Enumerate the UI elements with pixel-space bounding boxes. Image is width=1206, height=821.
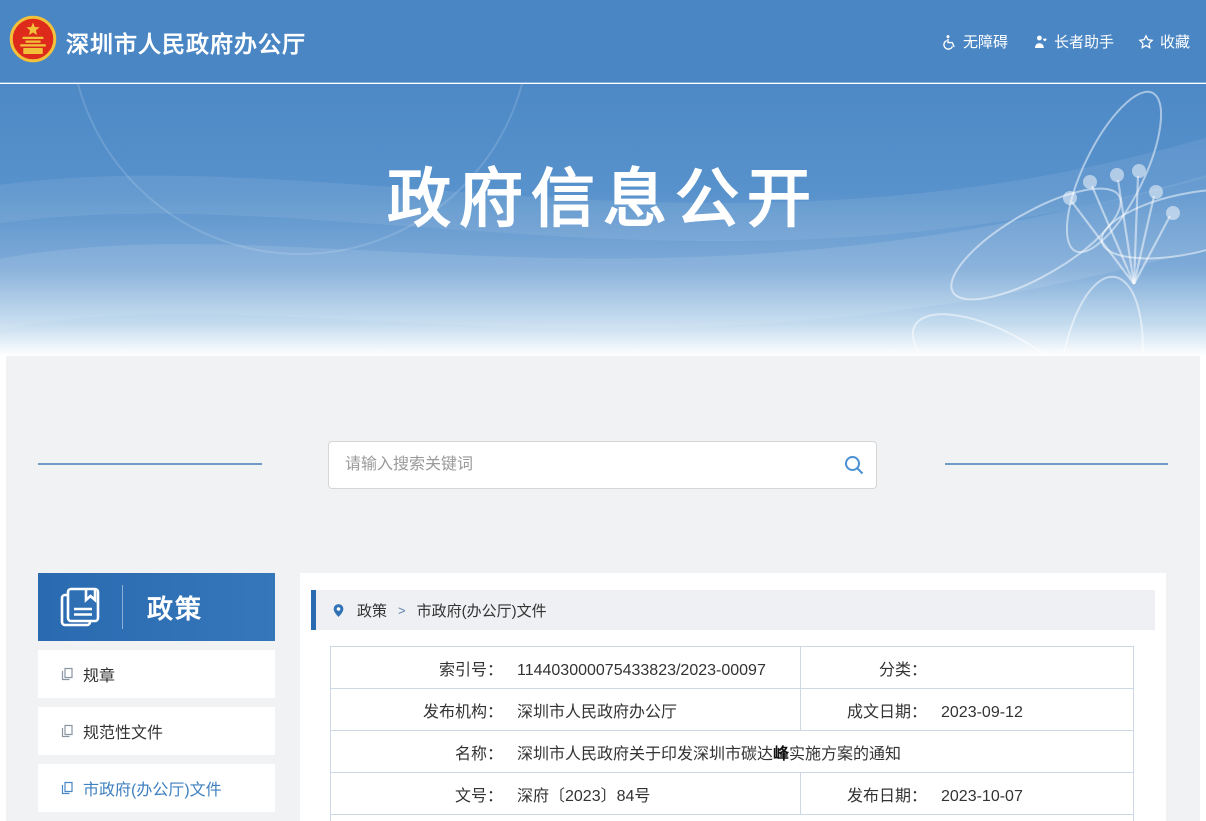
location-pin-icon xyxy=(331,603,346,618)
breadcrumb: 政策 > 市政府(办公厅)文件 xyxy=(311,590,1155,630)
wheelchair-icon xyxy=(941,34,957,50)
sidebar-item-normative-documents[interactable]: 规范性文件 xyxy=(38,707,275,755)
favorite-label: 收藏 xyxy=(1160,31,1190,52)
table-row-publisher: 发布机构： 深圳市人民政府办公厅 成文日期： 2023-09-12 xyxy=(331,689,1134,731)
site-logo[interactable] xyxy=(9,15,57,63)
accessibility-link[interactable]: 无障碍 xyxy=(941,31,1008,52)
table-row-partial xyxy=(331,815,1134,821)
sidebar-header: 政策 xyxy=(38,573,275,641)
top-utility-nav: 无障碍 长者助手 收藏 xyxy=(941,0,1190,83)
table-row-name: 名称： 深圳市人民政府关于印发深圳市碳达峰实施方案的通知 xyxy=(331,731,1134,773)
search-box xyxy=(328,441,877,489)
right-decorative-line xyxy=(945,463,1168,465)
content-panel: 政策 规章 规范性文件 市政府(办公厅)文件 政策 xyxy=(6,356,1200,821)
page-banner: 政府信息公开 xyxy=(0,84,1206,356)
search-icon xyxy=(843,454,865,476)
sidebar-item-label: 规范性文件 xyxy=(83,719,163,743)
breadcrumb-separator: > xyxy=(398,603,406,618)
doc-number-value: 深府〔2023〕84号 xyxy=(517,788,650,805)
publisher-label: 发布机构： xyxy=(331,698,503,722)
sidebar-item-label: 规章 xyxy=(83,662,115,686)
sidebar-item-label: 市政府(办公厅)文件 xyxy=(83,776,222,800)
sidebar-item-regulations[interactable]: 规章 xyxy=(38,650,275,698)
document-icon xyxy=(60,667,74,681)
publish-date-label: 发布日期： xyxy=(801,782,927,806)
policy-sidebar: 政策 规章 规范性文件 市政府(办公厅)文件 xyxy=(38,573,275,812)
accessibility-label: 无障碍 xyxy=(963,31,1008,52)
category-label: 分类： xyxy=(801,656,927,680)
written-date-value: 2023-09-12 xyxy=(941,704,1023,721)
document-info-table: 索引号： 114403000075433823/2023-00097 分类： 发布… xyxy=(330,646,1134,821)
national-emblem-icon xyxy=(9,15,57,63)
left-decorative-line xyxy=(38,463,262,465)
publisher-value: 深圳市人民政府办公厅 xyxy=(517,704,677,721)
publish-date-value: 2023-10-07 xyxy=(941,788,1023,805)
table-row-index: 索引号： 114403000075433823/2023-00097 分类： xyxy=(331,647,1134,689)
page-title: 政府信息公开 xyxy=(0,148,1206,240)
site-title[interactable]: 深圳市人民政府办公厅 xyxy=(66,0,306,83)
search-button[interactable] xyxy=(832,442,876,488)
index-number-label: 索引号： xyxy=(331,656,503,680)
top-bar: 深圳市人民政府办公厅 无障碍 长者助手 收藏 xyxy=(0,0,1206,83)
document-icon xyxy=(60,724,74,738)
sidebar-title: 政策 xyxy=(147,589,203,626)
elder-assistant-link[interactable]: 长者助手 xyxy=(1032,31,1114,52)
sidebar-header-divider xyxy=(122,585,123,629)
breadcrumb-current: 市政府(办公厅)文件 xyxy=(417,600,547,621)
highlighted-keyword: 峰 xyxy=(773,746,789,763)
document-detail-card: 政策 > 市政府(办公厅)文件 索引号： 114403000075433823/2… xyxy=(300,573,1166,821)
written-date-label: 成文日期： xyxy=(801,698,927,722)
book-icon xyxy=(58,585,102,629)
search-input[interactable] xyxy=(329,442,832,488)
breadcrumb-root[interactable]: 政策 xyxy=(357,600,387,621)
index-number-value: 114403000075433823/2023-00097 xyxy=(517,662,766,679)
person-icon xyxy=(1032,34,1048,50)
star-icon xyxy=(1138,34,1154,50)
sidebar-item-city-gov-documents[interactable]: 市政府(办公厅)文件 xyxy=(38,764,275,812)
doc-number-label: 文号： xyxy=(331,782,503,806)
document-name-label: 名称： xyxy=(331,740,503,764)
document-name-value: 深圳市人民政府关于印发深圳市碳达峰实施方案的通知 xyxy=(517,746,901,763)
elder-assistant-label: 长者助手 xyxy=(1054,31,1114,52)
document-icon xyxy=(60,781,74,795)
table-row-doc-number: 文号： 深府〔2023〕84号 发布日期： 2023-10-07 xyxy=(331,773,1134,815)
favorite-link[interactable]: 收藏 xyxy=(1138,31,1190,52)
